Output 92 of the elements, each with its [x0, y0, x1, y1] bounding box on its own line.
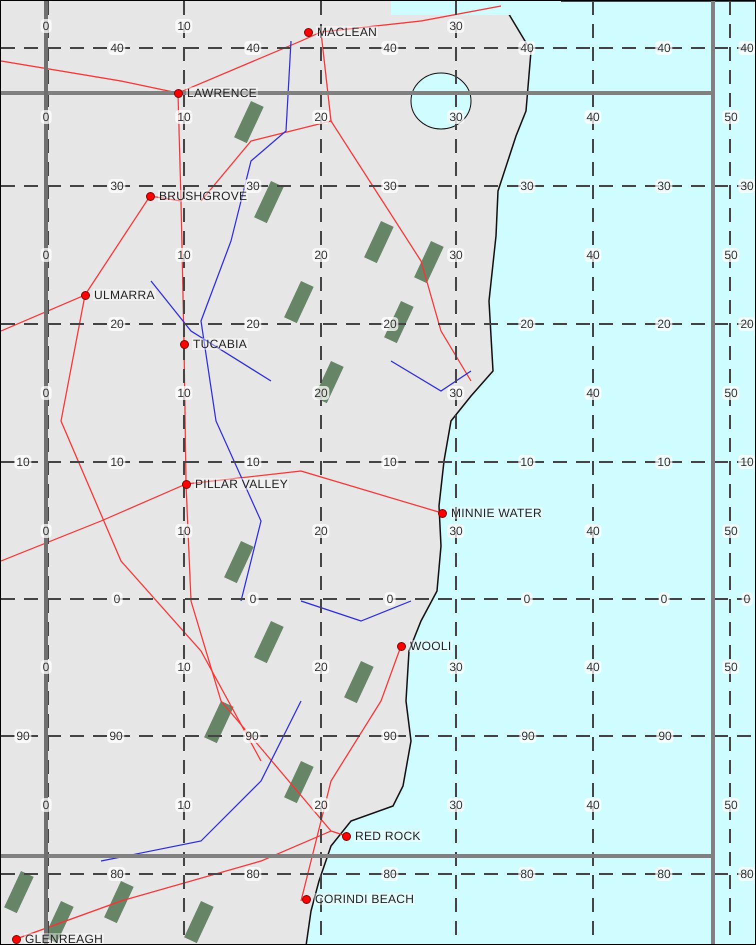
grid-label: 30	[447, 660, 465, 674]
grid-label: 30	[738, 179, 755, 193]
grid-label: 0	[658, 592, 670, 606]
grid-label: 50	[722, 798, 740, 812]
grid-label: 10	[175, 248, 193, 262]
grid-label: 20	[108, 317, 126, 331]
grid-label: 40	[655, 41, 673, 55]
grid-label: 0	[742, 592, 752, 606]
grid-label: 0	[522, 592, 532, 606]
grid-label: 0	[248, 592, 258, 606]
grid-label: 30	[244, 179, 262, 193]
grid-label: 10	[175, 19, 193, 33]
grid-label: 10	[14, 455, 32, 469]
grid-label: 20	[518, 317, 536, 331]
grid-label: 10	[175, 524, 193, 538]
grid-label: 40	[584, 110, 602, 124]
grid-label: 0	[40, 19, 52, 33]
grid-label: 20	[244, 317, 262, 331]
grid-label: 30	[108, 179, 126, 193]
town-label: RED ROCK	[354, 830, 422, 842]
grid-label: 80	[381, 867, 399, 881]
grid-label: 10	[738, 455, 755, 469]
grid-label: 50	[722, 248, 740, 262]
town-label: MACLEAN	[316, 26, 378, 38]
grid-label: 30	[518, 179, 536, 193]
grid-label: 0	[40, 248, 52, 262]
grid-label: 0	[40, 524, 52, 538]
grid-label: 90	[107, 729, 125, 743]
town-label: GLENREAGH	[24, 933, 104, 944]
grid-label: 50	[722, 110, 740, 124]
grid-label: 40	[518, 41, 536, 55]
grid-label: 10	[175, 386, 193, 400]
town-label: PILLAR VALLEY	[194, 478, 290, 490]
grid-label: 10	[381, 455, 399, 469]
grid-label: 10	[108, 455, 126, 469]
grid-label: 30	[447, 248, 465, 262]
grid-label: 10	[518, 455, 536, 469]
grid-label: 20	[312, 798, 330, 812]
grid-label: 50	[722, 386, 740, 400]
grid-label: 0	[384, 592, 396, 606]
grid-label: 20	[381, 317, 399, 331]
town-label: MINNIE WATER	[450, 507, 543, 519]
grid-label: 20	[312, 660, 330, 674]
grid-label: 20	[312, 248, 330, 262]
grid-label: 30	[655, 179, 673, 193]
grid-label: 0	[40, 110, 52, 124]
grid-label: 20	[312, 524, 330, 538]
town-label: LAWRENCE	[186, 87, 258, 99]
grid-label: 30	[447, 524, 465, 538]
grid-label: 30	[447, 798, 465, 812]
grid-label: 20	[312, 110, 330, 124]
grid-label: 40	[584, 798, 602, 812]
town-label: BRUSHGROVE	[158, 190, 248, 202]
grid-label: 80	[244, 867, 262, 881]
grid-label: 10	[175, 660, 193, 674]
grid-label: 50	[722, 524, 740, 538]
grid-label: 80	[518, 867, 536, 881]
grid-label: 0	[40, 386, 52, 400]
grid-label: 80	[655, 867, 673, 881]
grid-label: 10	[175, 110, 193, 124]
grid-label: 30	[381, 179, 399, 193]
grid-label: 0	[40, 798, 52, 812]
grid-label: 30	[447, 386, 465, 400]
grid-label: 50	[722, 660, 740, 674]
grid-label: 80	[108, 867, 126, 881]
grid-label: 90	[14, 729, 32, 743]
grid-label: 20	[312, 386, 330, 400]
grid-label: 40	[584, 660, 602, 674]
grid-label: 0	[112, 592, 122, 606]
town-label: ULMARRA	[93, 289, 156, 301]
grid-label: 40	[381, 41, 399, 55]
grid-label: 20	[738, 317, 755, 331]
grid-label: 40	[108, 41, 126, 55]
grid-label: 80	[738, 867, 755, 881]
grid-label: 90	[381, 729, 399, 743]
grid-label: 90	[519, 729, 537, 743]
grid-label: 40	[584, 386, 602, 400]
grid-label: 30	[447, 110, 465, 124]
grid-label: 40	[584, 524, 602, 538]
grid-label: 40	[738, 41, 755, 55]
grid-label: 40	[584, 248, 602, 262]
grid-label: 10	[244, 455, 262, 469]
town-label: TUCABIA	[192, 338, 248, 350]
town-label: CORINDI BEACH	[314, 893, 416, 905]
grid-label: 20	[655, 317, 673, 331]
grid-label: 0	[40, 660, 52, 674]
grid-label: 10	[655, 455, 673, 469]
grid-label: 30	[447, 19, 465, 33]
grid-label: 90	[656, 729, 674, 743]
grid-label: 10	[175, 798, 193, 812]
grid-label: 90	[243, 729, 261, 743]
grid-label: 40	[244, 41, 262, 55]
